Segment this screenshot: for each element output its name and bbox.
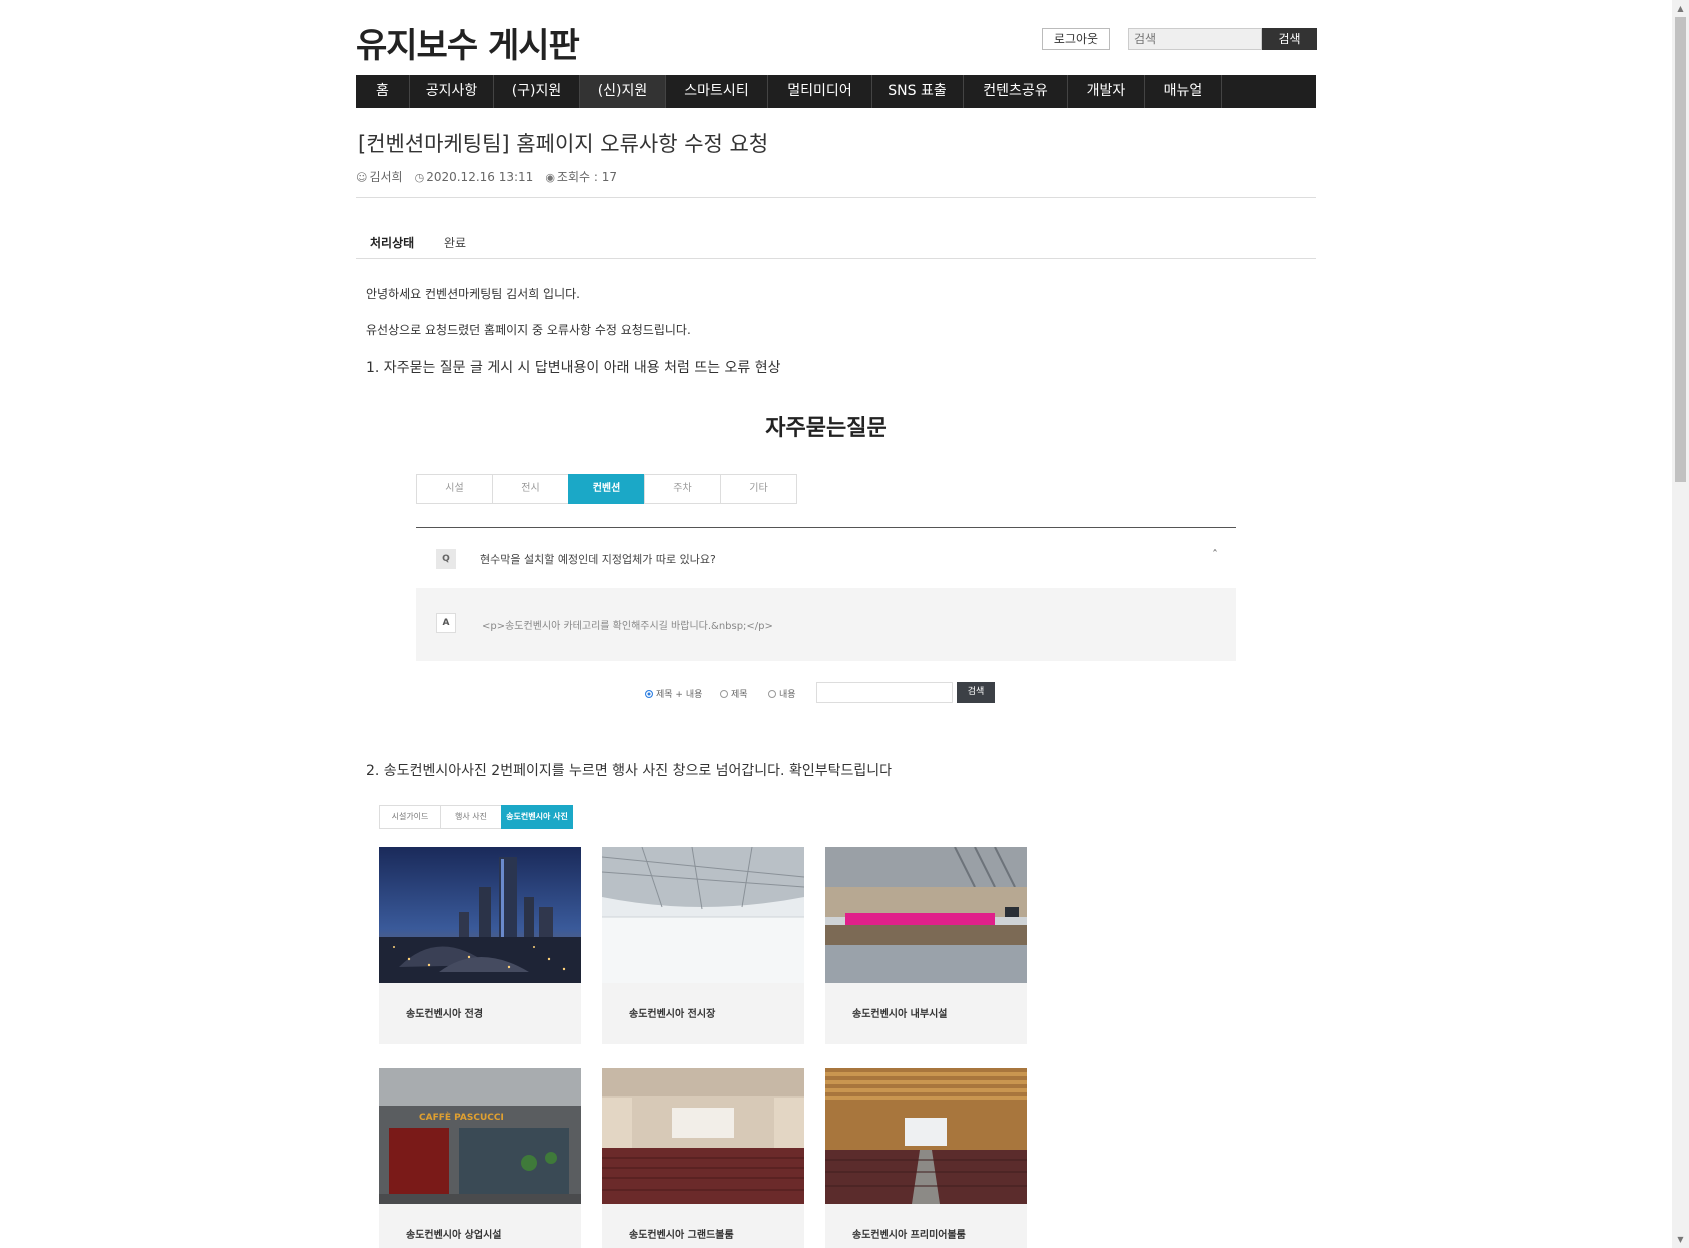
gallery-card: 송도컨벤시아 그랜드볼룸 [602, 1068, 804, 1248]
faq-title: 자주묻는질문 [765, 416, 887, 441]
faq-question: 현수막을 설치할 예정인데 지정업체가 따로 있나요? [480, 553, 716, 566]
chevron-up-icon: ˆ [1212, 548, 1218, 562]
vertical-scrollbar[interactable]: ▲ ▼ [1672, 0, 1689, 1248]
radio-title-content: 제목 + 내용 [645, 687, 702, 700]
radio-content: 내용 [768, 687, 796, 700]
card-caption: 송도컨벤시아 상업시설 [406, 1230, 502, 1241]
faq-tabs: 시설 전시 컨벤션 주차 기타 [416, 474, 797, 504]
nav-item-home[interactable]: 홈 [356, 75, 410, 108]
gallery-tabs: 시설가이드 행사 사진 송도컨벤시아 사진 [379, 805, 573, 829]
nav-item-notice[interactable]: 공지사항 [410, 75, 494, 108]
search-input[interactable] [1128, 28, 1262, 50]
body-item-1: 1. 자주묻는 질문 글 게시 시 답변내용이 아래 내용 처럼 뜨는 오류 현… [366, 360, 781, 376]
radio-dot [720, 689, 728, 698]
site-title[interactable]: 유지보수 게시판 [356, 18, 580, 67]
gallery-card: CAFFÈ PASCUCCI 송도컨벤시아 상업시설 [379, 1068, 581, 1248]
photo-interior-lobby [825, 847, 1027, 983]
post-datetime: ◷ 2020.12.16 13:11 [414, 169, 534, 184]
scroll-up-arrow-icon[interactable]: ▲ [1672, 0, 1689, 17]
nav-item-old-support[interactable]: (구)지원 [494, 75, 580, 108]
nav-item-developer[interactable]: 개발자 [1068, 75, 1145, 108]
faq-answer-row: A <p>송도컨벤시아 카테고리를 확인해주시길 바랍니다.&nbsp;</p> [416, 588, 1236, 661]
radio-dot [768, 689, 776, 698]
divider [356, 197, 1316, 198]
gallery-card: 송도컨벤시아 전경 [379, 847, 581, 1044]
radio-dot [645, 689, 653, 698]
gallery-card: 송도컨벤시아 프리미어볼룸 [825, 1068, 1027, 1248]
faq-screenshot: 자주묻는질문 시설 전시 컨벤션 주차 기타 Q 현수막을 설치할 예정인데 지… [416, 400, 1236, 710]
nav-item-new-support[interactable]: (신)지원 [580, 75, 666, 108]
status-value: 완료 [444, 236, 467, 250]
eye-icon: ◉ [545, 171, 555, 184]
status-row: 처리상태 완료 [356, 228, 1316, 259]
a-badge: A [436, 613, 456, 633]
nav-item-content-share[interactable]: 컨텐츠공유 [964, 75, 1068, 108]
faq-tab-active: 컨벤션 [568, 474, 645, 504]
card-caption: 송도컨벤시아 그랜드볼룸 [629, 1230, 734, 1241]
card-caption: 송도컨벤시아 전시장 [629, 1009, 716, 1020]
gallery-card: 송도컨벤시아 전시장 [602, 847, 804, 1044]
faq-tab: 전시 [492, 474, 569, 504]
photo-premier-ballroom [825, 1068, 1027, 1204]
faq-question-row: Q 현수막을 설치할 예정인데 지정업체가 따로 있나요? ˆ [416, 528, 1236, 588]
gallery-tab: 행사 사진 [440, 805, 502, 829]
photo-exhibition-hall [602, 847, 804, 983]
gallery-tab-active: 송도컨벤시아 사진 [501, 805, 573, 829]
logout-button[interactable]: 로그아웃 [1042, 28, 1110, 50]
post-author: ☺ 김서희 [356, 170, 403, 184]
card-caption: 송도컨벤시아 내부시설 [852, 1009, 948, 1020]
scroll-down-arrow-icon[interactable]: ▼ [1672, 1231, 1689, 1248]
search-button[interactable]: 검색 [1262, 28, 1317, 50]
clock-icon: ◷ [414, 170, 425, 184]
faq-answer: <p>송도컨벤시아 카테고리를 확인해주시길 바랍니다.&nbsp;</p> [482, 621, 773, 632]
nav-item-manual[interactable]: 매뉴얼 [1145, 75, 1222, 108]
nav-item-smartcity[interactable]: 스마트시티 [666, 75, 768, 108]
photo-songdo-skyline [379, 847, 581, 983]
radio-title: 제목 [720, 687, 748, 700]
faq-tab: 시설 [416, 474, 493, 504]
post-views: ◉ 조회수 : 17 [545, 170, 617, 184]
photo-grand-ballroom [602, 1068, 804, 1204]
nav-item-multimedia[interactable]: 멀티미디어 [768, 75, 872, 108]
scrollbar-thumb[interactable] [1675, 17, 1686, 482]
faq-tab: 주차 [644, 474, 721, 504]
card-caption: 송도컨벤시아 프리미어볼룸 [852, 1230, 966, 1241]
faq-search-input [816, 682, 953, 703]
nav-item-sns[interactable]: SNS 표출 [872, 75, 964, 108]
card-caption: 송도컨벤시아 전경 [406, 1009, 484, 1020]
faq-tab: 기타 [720, 474, 797, 504]
photo-cafe: CAFFÈ PASCUCCI [379, 1068, 581, 1204]
faq-search-button: 검색 [957, 682, 995, 703]
body-item-2: 2. 송도컨벤시아사진 2번페이지를 누르면 행사 사진 창으로 넘어갑니다. … [366, 763, 892, 779]
gallery-tab: 시설가이드 [379, 805, 441, 829]
svg-text:CAFFÈ PASCUCCI: CAFFÈ PASCUCCI [419, 1111, 504, 1123]
status-label: 처리상태 [370, 236, 415, 250]
q-badge: Q [436, 549, 456, 569]
body-greeting: 안녕하세요 컨벤션마케팅팀 김서희 입니다. [366, 287, 580, 301]
post-title: [컨벤션마케팅팀] 홈페이지 오류사항 수정 요청 [358, 132, 769, 156]
main-nav: 홈 공지사항 (구)지원 (신)지원 스마트시티 멀티미디어 SNS 표출 컨텐… [356, 75, 1316, 108]
post-meta: ☺ 김서희 ◷ 2020.12.16 13:11 ◉ 조회수 : 17 [356, 168, 617, 185]
faq-search-bar: 제목 + 내용 제목 내용 검색 [416, 682, 1236, 704]
body-intro: 유선상으로 요청드렸던 홈페이지 중 오류사항 수정 요청드립니다. [366, 323, 691, 337]
gallery-card: 송도컨벤시아 내부시설 [825, 847, 1027, 1044]
user-icon: ☺ [356, 171, 368, 184]
